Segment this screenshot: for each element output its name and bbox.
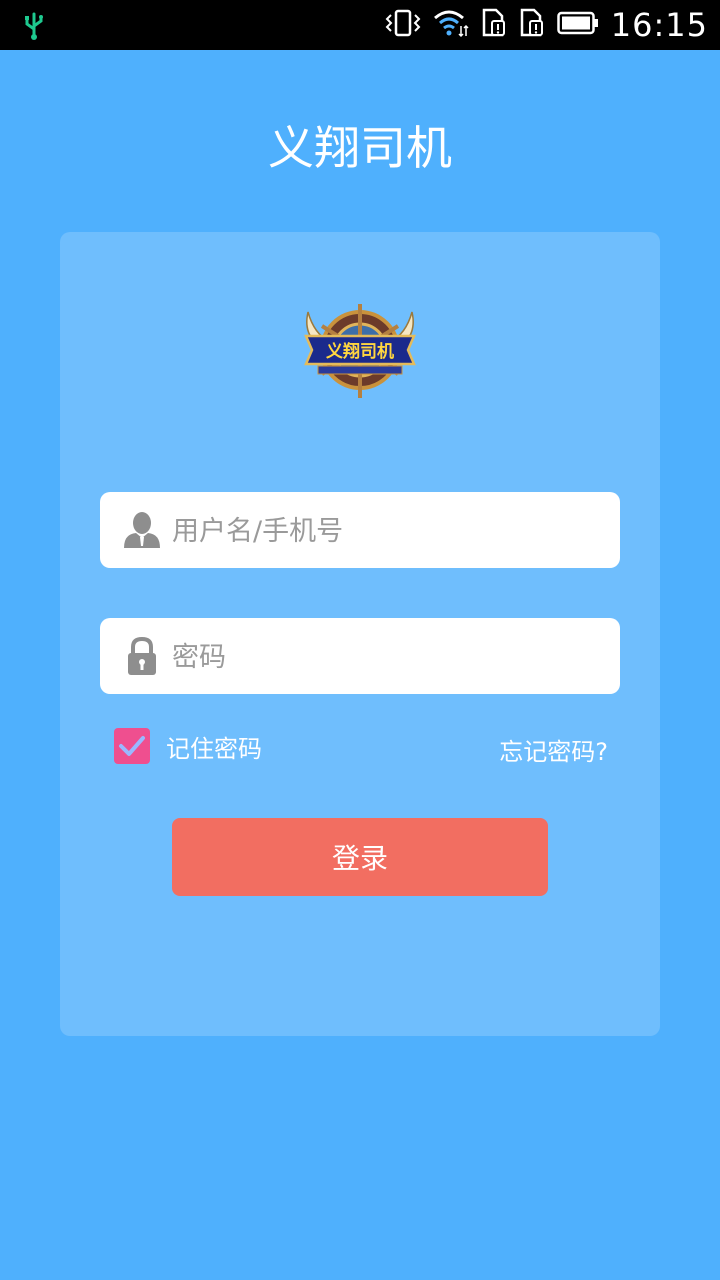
page-title: 义翔司机 <box>268 121 452 175</box>
status-bar: 16:15 <box>0 0 720 50</box>
login-button[interactable]: 登录 <box>172 818 548 896</box>
usb-icon <box>22 11 46 45</box>
svg-text:义翔司机: 义翔司机 <box>326 341 394 362</box>
check-icon <box>119 736 145 756</box>
password-field[interactable] <box>100 618 620 696</box>
user-icon <box>122 510 162 550</box>
clock: 16:15 <box>610 6 708 44</box>
wifi-icon <box>433 8 469 42</box>
remember-password[interactable]: 记住密码 <box>114 728 262 764</box>
vibrate-icon <box>385 8 421 42</box>
password-input[interactable] <box>170 618 604 696</box>
username-field[interactable] <box>100 492 620 570</box>
lock-icon <box>122 636 162 676</box>
sim2-alert-icon <box>519 8 545 42</box>
remember-checkbox[interactable] <box>114 728 150 764</box>
app-logo: 义翔司机 <box>300 298 420 408</box>
remember-label: 记住密码 <box>166 734 262 763</box>
login-card: 义翔司机 记住密码 <box>60 232 660 1036</box>
battery-icon <box>557 11 599 39</box>
forgot-password-link[interactable]: 忘记密码? <box>499 732 608 767</box>
username-input[interactable] <box>170 492 604 570</box>
sim1-alert-icon <box>481 8 507 42</box>
